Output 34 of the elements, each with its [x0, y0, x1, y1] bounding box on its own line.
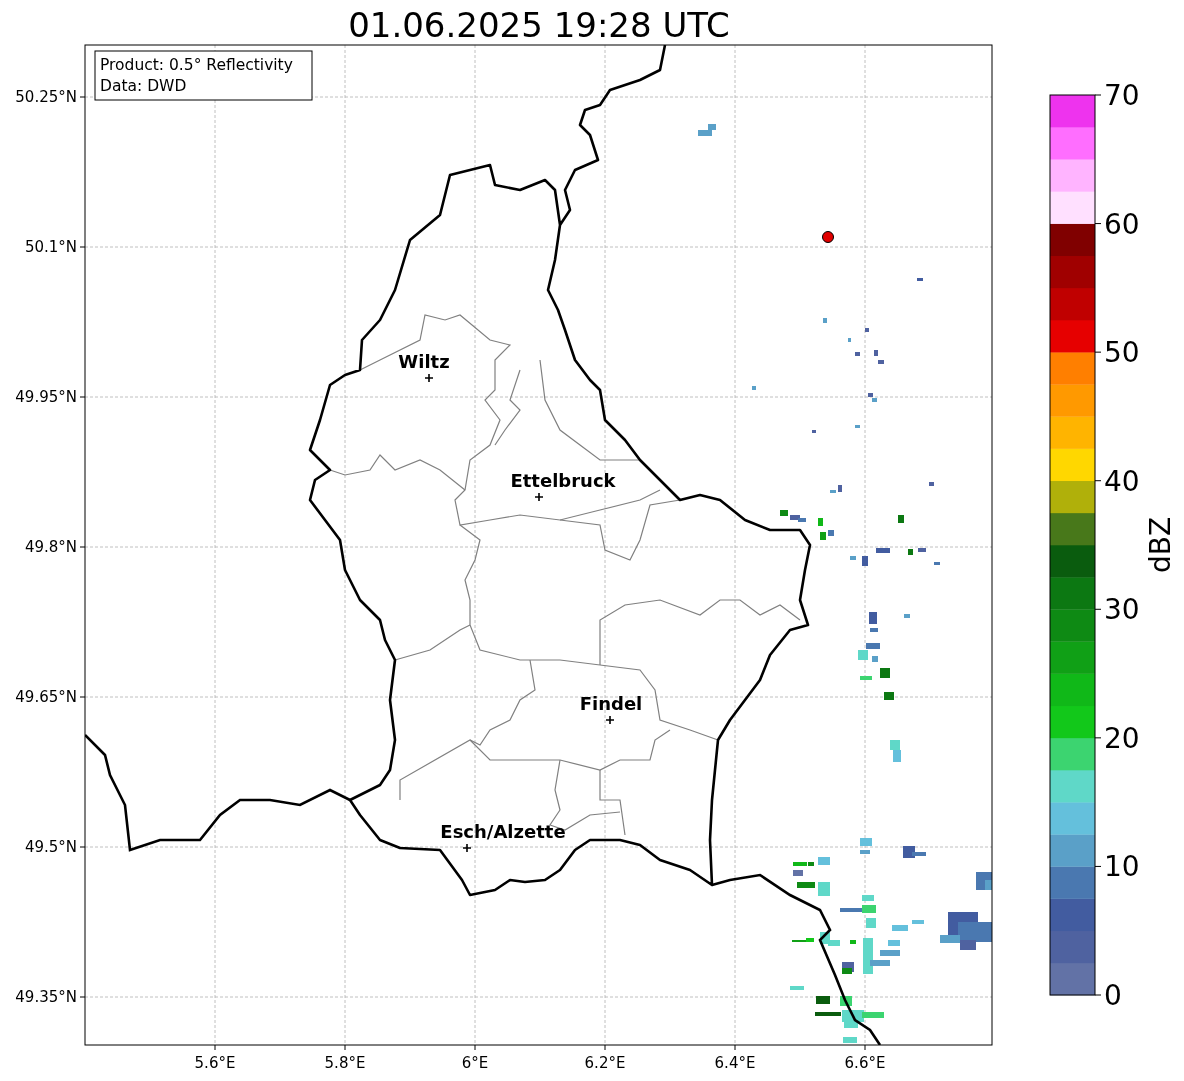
longitude-label: 6.6°E — [844, 1054, 886, 1072]
info-text: Product: 0.5° Reflectivity — [100, 56, 293, 74]
colorbar-tick-label: 0 — [1104, 979, 1122, 1012]
latitude-label: 49.5°N — [24, 838, 77, 856]
city-label: Wiltz — [398, 351, 450, 372]
info-text: Data: DWD — [100, 77, 187, 95]
longitude-label: 5.6°E — [194, 1054, 236, 1072]
city-label: Findel — [579, 693, 643, 714]
city-marker-icon — [424, 373, 434, 383]
colorbar-tick-label: 40 — [1104, 464, 1140, 498]
chart-title: 01.06.2025 19:28 UTC — [348, 5, 730, 45]
latitude-label: 50.1°N — [24, 238, 77, 256]
longitude-label: 6°E — [461, 1054, 489, 1072]
latitude-label: 49.35°N — [15, 988, 77, 1006]
latitude-label: 49.8°N — [24, 538, 77, 556]
longitude-label: 6.4°E — [714, 1054, 756, 1072]
colorbar-tick-label: 50 — [1104, 336, 1140, 370]
latitude-label: 49.65°N — [15, 688, 77, 706]
colorbar-tick-label: 10 — [1104, 850, 1140, 884]
radar-site-marker — [822, 231, 834, 243]
latitude-label: 49.95°N — [15, 388, 77, 406]
city-marker-icon — [462, 843, 472, 853]
longitude-label: 6.2°E — [584, 1054, 626, 1072]
latitude-label: 50.25°N — [15, 88, 77, 106]
city-label: Esch/Alzette — [440, 821, 566, 842]
longitude-label: 5.8°E — [324, 1054, 366, 1072]
city-marker-icon — [534, 492, 544, 502]
colorbar-tick-label: 70 — [1104, 79, 1140, 112]
colorbar-label: dBZ — [1144, 516, 1177, 574]
city-marker-icon — [605, 715, 615, 725]
colorbar-tick-label: 20 — [1104, 721, 1140, 755]
colorbar-tick-label: 30 — [1104, 593, 1140, 627]
colorbar-tick-label: 60 — [1104, 207, 1140, 241]
city-label: Ettelbruck — [510, 470, 616, 491]
